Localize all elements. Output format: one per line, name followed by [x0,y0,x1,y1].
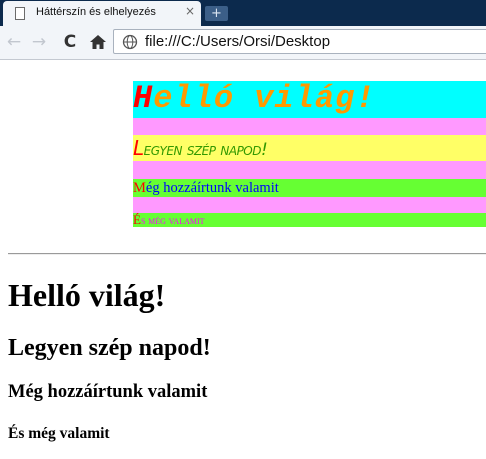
band-more-text: És még valamit [133,213,205,227]
home-icon [90,35,106,49]
tab-close-button[interactable]: × [185,4,195,18]
band-text: egyen szép napod! [143,140,268,160]
band-more: És még valamit [133,213,486,227]
globe-icon [122,34,138,50]
band-added: Még hozzáírtunk valamit [133,179,486,197]
arrow-right-icon: → [31,32,47,52]
tab-strip: Háttérszín és elhelyezés × + [0,0,486,26]
browser-tab[interactable]: Háttérszín és elhelyezés × [3,1,201,26]
heading-3: Még hozzáírtunk valamit [8,382,208,402]
horizontal-rule [8,253,486,255]
forward-button[interactable]: → [28,30,50,54]
address-bar-url: file:///C:/Users/Orsi/Desktop [145,33,331,50]
band-separator [133,118,486,135]
band-text: s még valamit [140,215,205,227]
page-icon [15,7,25,20]
reload-icon: C [63,32,77,52]
first-letter: M [133,180,146,196]
home-button[interactable] [87,30,109,54]
band-hello-text: Helló világ! [133,82,375,116]
first-letter: É [133,213,141,227]
band-text: elló világ! [153,81,376,117]
band-nice-day-text: Legyen szép napod! [133,136,268,161]
arrow-left-icon: ← [6,32,22,52]
band-nice-day: Legyen szép napod! [133,135,486,161]
tab-title: Háttérszín és elhelyezés [36,6,156,18]
band-text: ég hozzáírtunk valamit [145,180,279,196]
band-added-text: Még hozzáírtunk valamit [133,179,279,197]
reload-button[interactable]: C [59,30,81,54]
heading-4: És még valamit [8,425,110,442]
browser-toolbar: ← → C file:///C:/Users/Orsi/Desktop [0,26,486,60]
address-bar[interactable]: file:///C:/Users/Orsi/Desktop [113,29,486,54]
band-separator [133,161,486,179]
band-separator [133,197,486,213]
new-tab-button[interactable]: + [205,6,228,21]
styled-block: Helló világ! Legyen szép napod! Még hozz… [133,81,486,227]
back-button[interactable]: ← [3,30,25,54]
first-letter: H [133,81,154,117]
heading-2: Legyen szép napod! [8,335,211,361]
heading-1: Helló világ! [8,277,166,313]
first-letter: L [133,136,144,160]
band-hello: Helló világ! [133,81,486,118]
